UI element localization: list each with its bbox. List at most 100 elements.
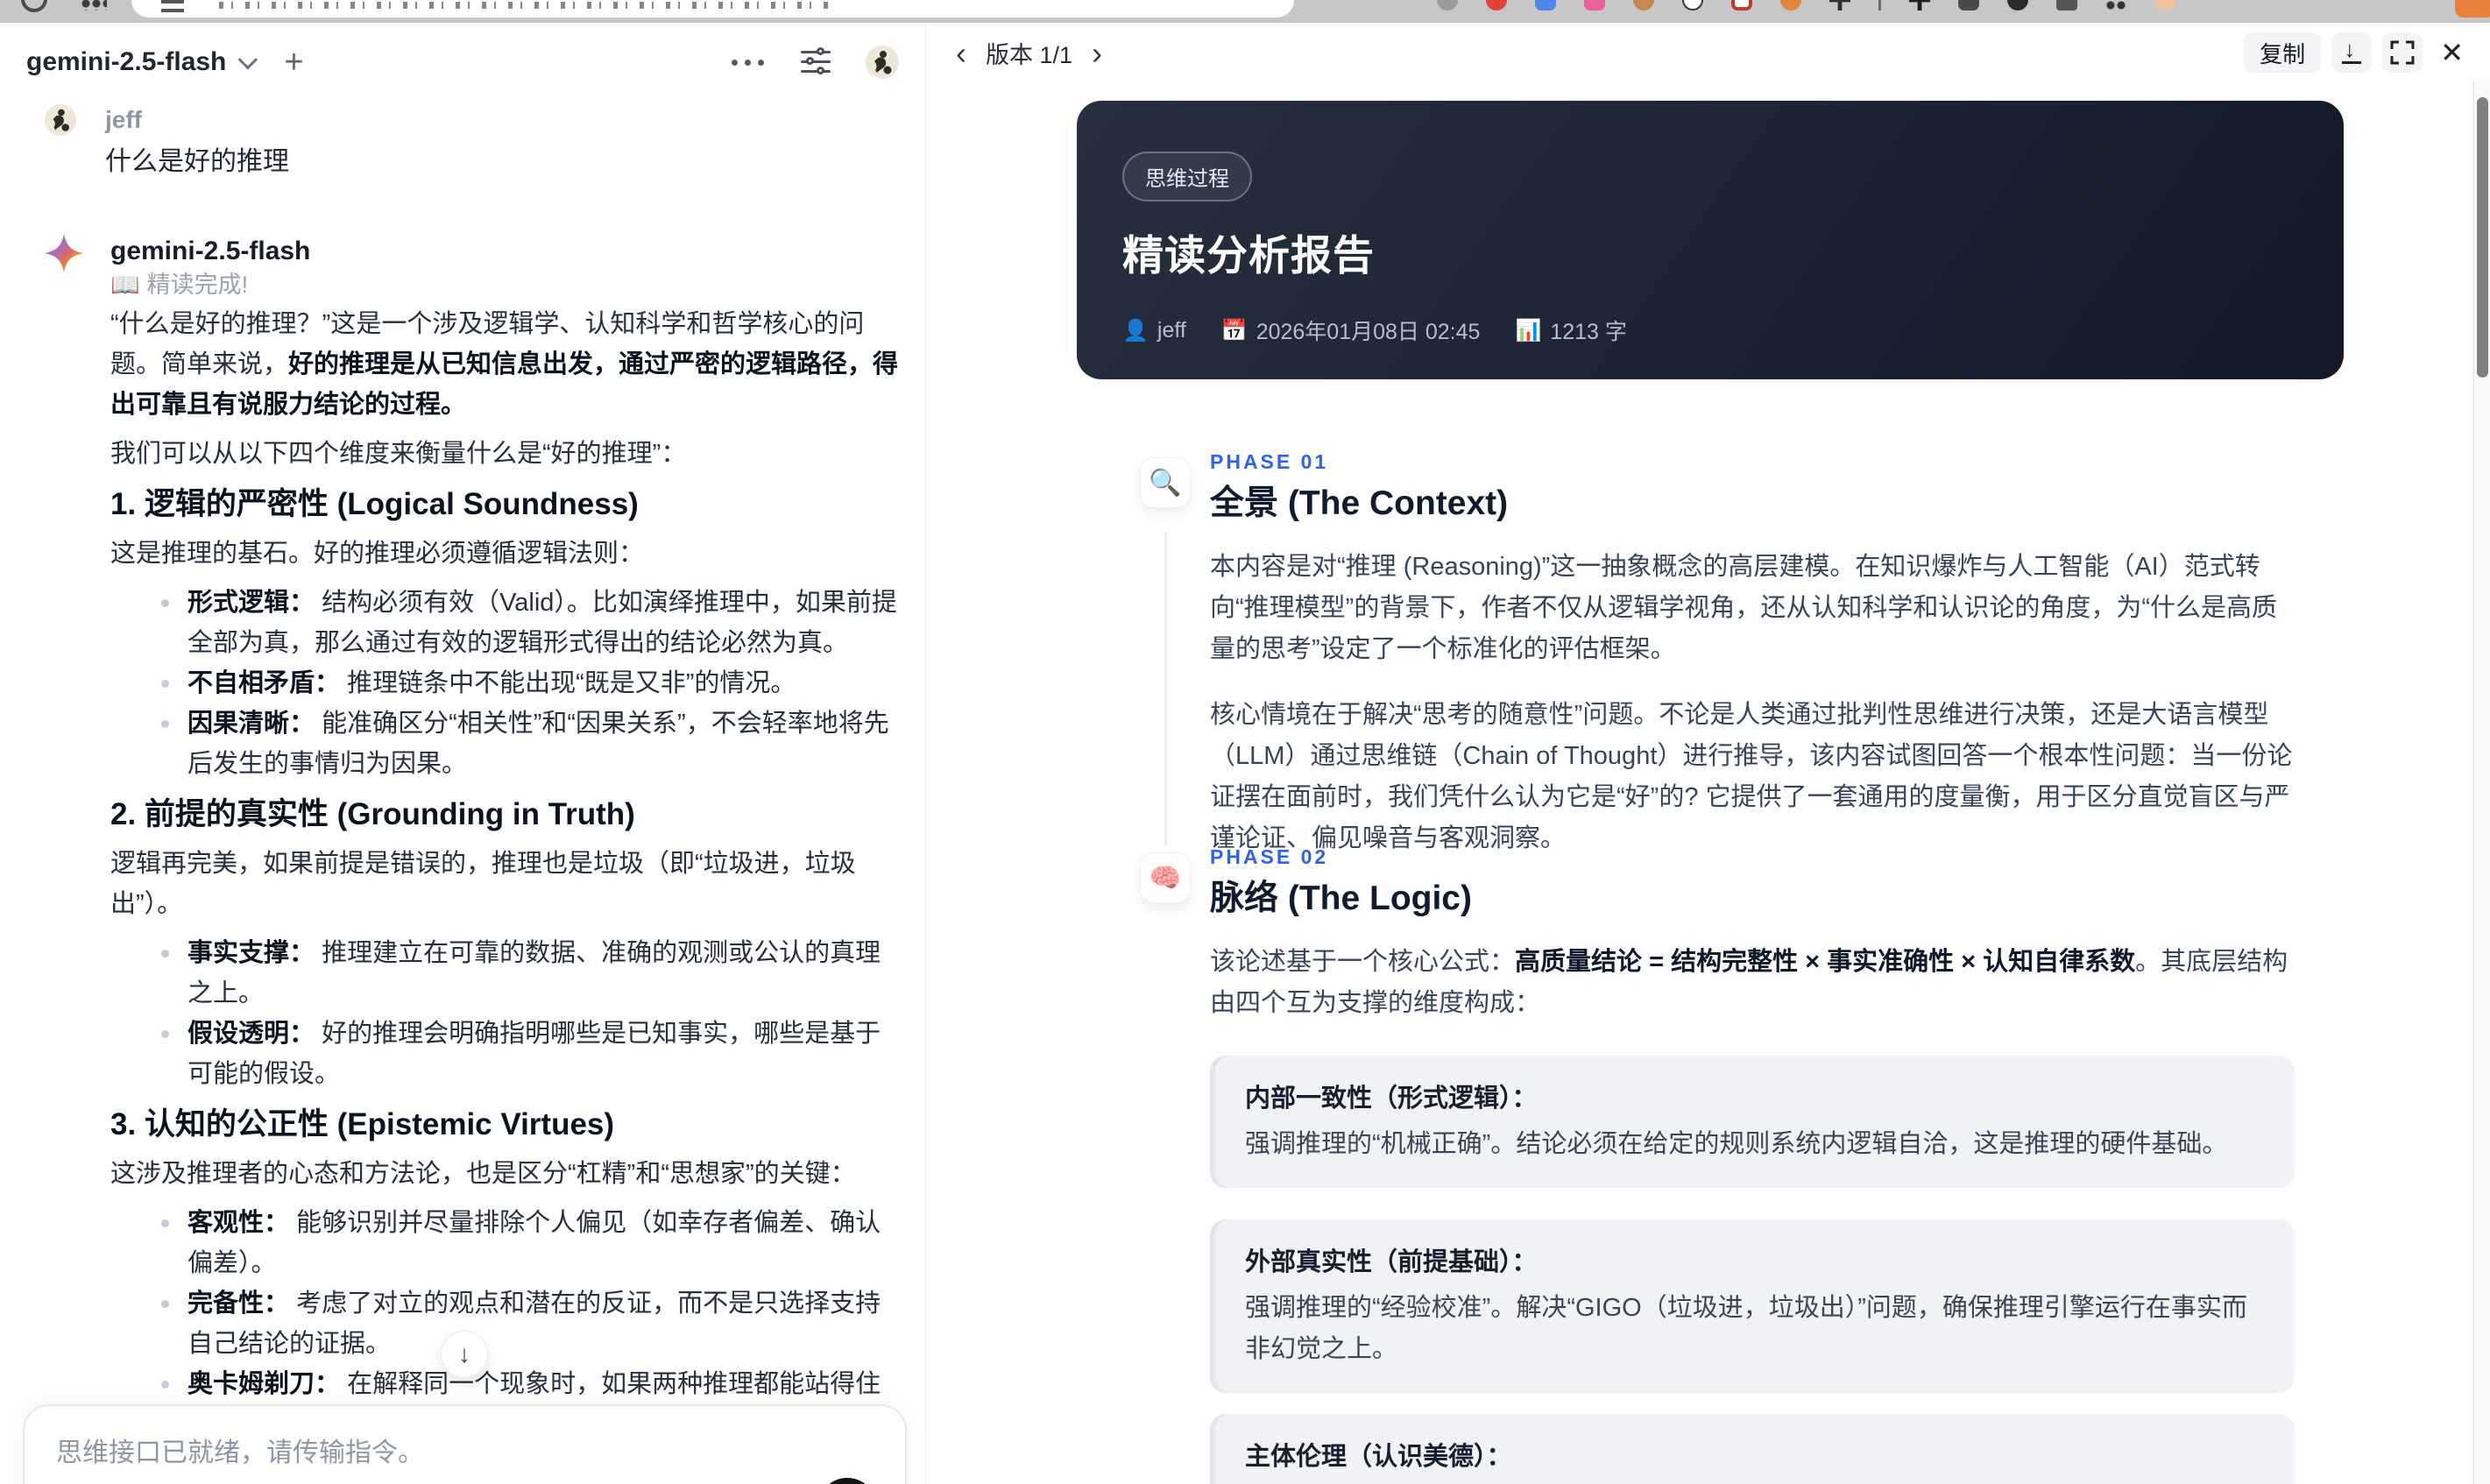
section-para: 这是推理的基石。好的推理必须遵循逻辑法则：: [110, 540, 645, 568]
report-author: jeff: [1157, 317, 1186, 343]
scroll-to-bottom-button[interactable]: ↓: [441, 1331, 488, 1378]
list-item: 客观性： 能够识别并尽量排除个人偏见（如幸存者偏差、确认偏差）。: [156, 1203, 899, 1283]
expand-button[interactable]: [2382, 32, 2423, 73]
phase-label: PHASE 02: [1210, 845, 1329, 868]
extension-icon[interactable]: [1909, 0, 1930, 11]
card-title: 内部一致性（形式逻辑）：: [1245, 1085, 1538, 1113]
extension-icon[interactable]: [1829, 0, 1850, 11]
phase-formula: 该论述基于一个核心公式：高质量结论 = 结构完整性 × 事实准确性 × 认知自律…: [1210, 948, 2288, 1017]
user-message: jeff 什么是好的推理: [45, 104, 899, 181]
download-icon: [2342, 36, 2362, 64]
list-item: 因果清晰： 能准确区分“相关性”和“因果关系”，不会轻率地将先后发生的事情归为因…: [156, 703, 899, 784]
artifact-actions: 复制 ✕: [2244, 32, 2464, 73]
bar-chart-icon: 📊: [1515, 318, 1542, 343]
chevron-left-icon[interactable]: ‹: [956, 37, 966, 69]
assistant-name: gemini-2.5-flash: [110, 237, 311, 265]
assistant-intro: “什么是好的推理？”这是一个涉及逻辑学、认知科学和哲学核心的问题。简单来说，好的…: [110, 310, 899, 419]
assistant-message: gemini-2.5-flash 📖 精读完成! “什么是好的推理？”这是一个涉及…: [45, 234, 899, 1484]
close-button[interactable]: ✕: [2440, 36, 2464, 69]
book-icon: 📖: [110, 272, 140, 298]
phase-title: 全景 (The Context): [1210, 484, 1509, 522]
browser-toolbar: [0, 0, 2490, 23]
extension-icon[interactable]: [1682, 0, 1703, 11]
artifact-header: ‹ 版本 1/1 › 复制 ✕: [926, 24, 2490, 80]
section-heading: 3. 认知的公正性 (Epistemic Virtues): [110, 1107, 615, 1141]
section-para: 这涉及推理者的心态和方法论，也是区分“杠精”和“思想家”的关键：: [110, 1160, 856, 1188]
download-button[interactable]: [2331, 32, 2373, 73]
phase-paragraph: 本内容是对“推理 (Reasoning)”这一抽象概念的高层建模。在知识爆炸与人…: [1210, 553, 2277, 663]
user-message-text: 什么是好的推理: [105, 147, 289, 176]
extension-icon[interactable]: [1584, 0, 1605, 11]
extension-icons: [1437, 0, 2175, 11]
scrollbar-thumb[interactable]: [2477, 97, 2488, 378]
gemini-star-icon: [45, 234, 83, 272]
message-input[interactable]: 思维接口已就绪，请传输指令。 +: [23, 1404, 907, 1484]
url-text-clipped: [219, 2, 832, 9]
chevron-down-icon[interactable]: [237, 49, 258, 70]
chat-header: gemini-2.5-flash +: [0, 36, 925, 88]
copy-button[interactable]: 复制: [2244, 32, 2322, 73]
list-item: 形式逻辑： 结构必须有效（Valid）。比如演绎推理中，如果前提全部为真，那么通…: [156, 583, 899, 663]
input-placeholder: 思维接口已就绪，请传输指令。: [56, 1438, 424, 1467]
extension-icon[interactable]: [1535, 0, 1556, 11]
dimension-card: 主体伦理（认识美德）： 转向推理者的心理特征。引入奥卡姆剃刀和反向论证，旨在克服…: [1210, 1414, 2295, 1484]
list-item: 事实支撑： 推理建立在可靠的数据、准确的观测或公认的真理之上。: [156, 933, 899, 1014]
magnifier-icon: 🔍: [1140, 457, 1191, 508]
chevron-right-icon[interactable]: ›: [1092, 37, 1102, 69]
settings-sliders-icon[interactable]: [801, 47, 831, 75]
user-avatar: [45, 104, 76, 136]
address-bar[interactable]: [131, 0, 1294, 18]
toolbar-divider: [1878, 0, 1881, 11]
section-heading: 2. 前提的真实性 (Grounding in Truth): [110, 797, 635, 831]
phase-section-1: 🔍 PHASE 01 全景 (The Context) 本内容是对“推理 (Re…: [1115, 449, 2316, 859]
report-title: 精读分析报告: [1122, 232, 1375, 279]
report-date: 2026年01月08日 02:45: [1256, 320, 1481, 344]
extension-icon[interactable]: [2056, 0, 2077, 11]
report-word-count: 1213 字: [1550, 320, 1627, 344]
extension-icon[interactable]: [2455, 0, 2490, 18]
extension-icon[interactable]: [1437, 0, 1458, 11]
apps-grid-icon[interactable]: [81, 0, 107, 11]
assistant-status: 📖 精读完成!: [110, 272, 249, 298]
profile-avatar-icon[interactable]: [2154, 0, 2175, 11]
list-item: 完备性： 考虑了对立的观点和潜在的反证，而不是只选择支持自己结论的证据。: [156, 1283, 899, 1364]
list-item: 假设透明： 好的推理会明确指明哪些是已知事实，哪些是基于可能的假设。: [156, 1014, 899, 1094]
phase-paragraph: 核心情境在于解决“思考的随意性”问题。不论是人类通过批判性思维进行决策，还是大语…: [1210, 701, 2293, 852]
phase-label: PHASE 01: [1210, 450, 1329, 473]
reload-icon[interactable]: [21, 0, 47, 12]
report-meta: 👤 jeff 📅 2026年01月08日 02:45 📊 1213 字: [1122, 314, 1627, 346]
user-avatar[interactable]: [866, 46, 899, 79]
extension-icon[interactable]: [1958, 0, 1979, 11]
person-icon: 👤: [1122, 318, 1149, 343]
model-selector[interactable]: gemini-2.5-flash: [26, 47, 226, 77]
app-window: gemini-2.5-flash + jeff 什么是好的推理 gemini-2…: [0, 0, 2490, 1484]
card-body: 强调推理的“机械正确”。结论必须在给定的规则系统内逻辑自洽，这是推理的硬件基础。: [1245, 1130, 2228, 1158]
phase-title: 脉络 (The Logic): [1210, 880, 1472, 917]
assistant-lead: 我们可以从以下四个维度来衡量什么是“好的推理”：: [110, 440, 687, 468]
new-chat-button[interactable]: +: [284, 46, 303, 79]
bullet-list: 事实支撑： 推理建立在可靠的数据、准确的观测或公认的真理之上。 假设透明： 好的…: [156, 933, 899, 1094]
bullet-list: 形式逻辑： 结构必须有效（Valid）。比如演绎推理中，如果前提全部为真，那么通…: [156, 583, 899, 784]
card-body: 强调推理的“经验校准”。解决“GIGO（垃圾进，垃圾出）”问题，确保推理引擎运行…: [1245, 1294, 2247, 1363]
card-title: 主体伦理（认识美德）：: [1245, 1443, 1512, 1471]
version-navigator: ‹ 版本 1/1 ›: [956, 36, 1102, 70]
extension-icon[interactable]: [2105, 0, 2126, 11]
voice-input-button[interactable]: [817, 1478, 877, 1484]
phase-section-2: 🧠 PHASE 02 脉络 (The Logic) 该论述基于一个核心公式：高质…: [1115, 844, 2316, 1484]
version-label: 版本 1/1: [986, 42, 1073, 68]
extension-icon[interactable]: [1486, 0, 1507, 11]
list-icon: [161, 0, 184, 12]
section-heading: 1. 逻辑的严密性 (Logical Soundness): [110, 487, 639, 521]
extension-icon[interactable]: [1731, 0, 1752, 11]
artifact-panel: ‹ 版本 1/1 › 复制 ✕: [925, 24, 2490, 1484]
panel-scrollbar[interactable]: [2473, 80, 2490, 1484]
extension-icon[interactable]: [1633, 0, 1654, 11]
extension-icon[interactable]: [2007, 0, 2028, 11]
user-name: jeff: [105, 106, 142, 133]
brain-icon: 🧠: [1140, 852, 1191, 903]
extension-icon[interactable]: [1780, 0, 1801, 11]
section-para: 逻辑再完美，如果前提是错误的，推理也是垃圾（即“垃圾进，垃圾出”）。: [110, 850, 856, 918]
avatar-figure: [866, 46, 899, 79]
more-menu-icon[interactable]: [732, 59, 764, 66]
dimension-card: 外部真实性（前提基础）： 强调推理的“经验校准”。解决“GIGO（垃圾进，垃圾出…: [1210, 1219, 2295, 1393]
